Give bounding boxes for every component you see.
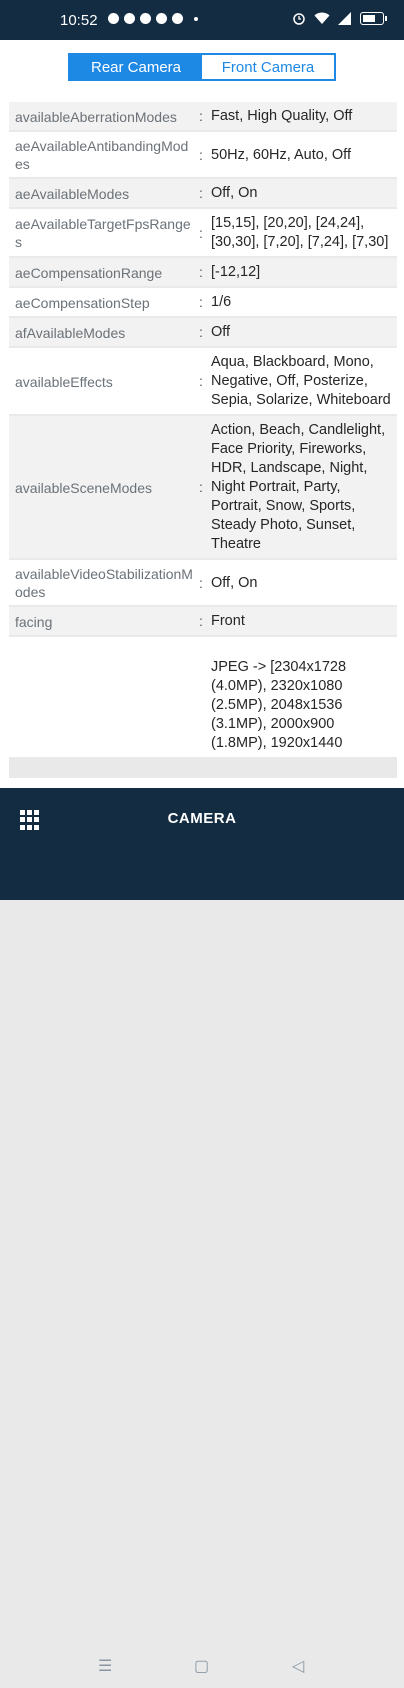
table-row: facing : Front [9, 607, 397, 635]
row-key: aeCompensationStep [15, 294, 150, 311]
row-separator: : [199, 613, 203, 629]
system-navigation-bar: ☰ ▢ ◁ [0, 1648, 404, 1688]
row-value: 50Hz, 60Hz, Auto, Off [211, 146, 351, 163]
instagram-icon [156, 13, 167, 24]
row-value: JPEG -> [2304x1728 (4.0MP), 2320x1080 (2… [211, 659, 347, 751]
back-icon[interactable]: ◁ [292, 1656, 304, 1676]
row-key [9, 653, 199, 757]
notification-icons [108, 13, 198, 24]
tab-rear-camera[interactable]: Rear Camera [70, 55, 202, 79]
table-row: availableSceneModes : Action, Beach, Can… [9, 416, 397, 558]
status-time: 10:52 [60, 12, 98, 29]
battery-icon [360, 11, 387, 25]
row-value: Fast, High Quality, Off [211, 108, 353, 124]
table-row: aeAvailableModes : Off, On [9, 179, 397, 207]
row-separator: : [199, 294, 203, 310]
row-separator: : [199, 108, 203, 124]
row-value: Front [211, 613, 245, 629]
row-value: Action, Beach, Candlelight, Face Priorit… [211, 422, 386, 552]
row-separator: : [199, 479, 203, 495]
youtube-icon [108, 13, 119, 24]
row-separator: : [199, 146, 203, 163]
table-row: aeAvailableAntibandingModes : 50Hz, 60Hz… [9, 132, 397, 177]
camera-selector: Rear Camera Front Camera [68, 53, 336, 81]
table-row: aeCompensationRange : [-12,12] [9, 258, 397, 286]
alarm-icon [293, 13, 305, 25]
tab-front-camera[interactable]: Front Camera [202, 55, 334, 79]
row-separator [199, 653, 211, 757]
row-key: aeAvailableTargetFpsRanges [15, 216, 191, 250]
row-value: [-12,12] [211, 264, 261, 280]
row-key: afAvailableModes [15, 324, 126, 341]
table-row: availableVideoStabilizationModes : Off, … [9, 560, 397, 605]
row-key: availableEffects [15, 373, 113, 390]
row-value: 1/6 [211, 294, 232, 310]
row-key: facing [15, 613, 53, 630]
tiktok-icon [140, 13, 151, 24]
row-value: Off, On [211, 185, 258, 201]
row-value: Off, On [211, 574, 258, 591]
row-key: aeAvailableModes [15, 185, 130, 202]
status-bar: 10:52 [0, 0, 404, 40]
wifi-icon [314, 12, 330, 24]
row-separator: : [199, 264, 203, 280]
more-notifications-icon [194, 16, 198, 21]
signal-icon [338, 11, 351, 25]
table-row: availableAberrationModes : Fast, High Qu… [9, 102, 397, 130]
table-row: aeAvailableTargetFpsRanges : [15,15], [2… [9, 209, 397, 256]
row-separator: : [199, 224, 203, 241]
table-row: availableEffects : Aqua, Blackboard, Mon… [9, 348, 397, 414]
row-key: aeAvailableAntibandingModes [15, 138, 189, 172]
bottom-app-bar: CAMERA ☰ ▢ ◁ [0, 788, 404, 1675]
characteristics-table[interactable]: availableAberrationModes : Fast, High Qu… [9, 102, 397, 778]
table-row: afAvailableModes : Off [9, 318, 397, 346]
home-icon[interactable]: ▢ [194, 1656, 209, 1676]
row-separator: : [199, 373, 203, 389]
row-key: availableVideoStabilizationModes [15, 566, 193, 600]
row-value: [15,15], [20,20], [24,24], [30,30], [7,2… [211, 215, 389, 250]
row-key: availableAberrationModes [15, 108, 177, 125]
screen-title: CAMERA [167, 810, 237, 827]
row-key: availableSceneModes [15, 479, 152, 496]
row-key: aeCompensationRange [15, 264, 163, 281]
table-row: JPEG -> [2304x1728 (4.0MP), 2320x1080 (2… [9, 637, 397, 757]
row-separator: : [199, 185, 203, 201]
row-value: Off [211, 324, 231, 340]
system-status-icons [292, 11, 387, 25]
row-value: Aqua, Blackboard, Mono, Negative, Off, P… [211, 354, 391, 408]
row-separator: : [199, 324, 203, 340]
recents-icon[interactable]: ☰ [98, 1656, 112, 1676]
row-separator: : [199, 574, 203, 591]
pinterest-icon [172, 13, 183, 24]
table-row: aeCompensationStep : 1/6 [9, 288, 397, 316]
messenger-icon [124, 13, 135, 24]
